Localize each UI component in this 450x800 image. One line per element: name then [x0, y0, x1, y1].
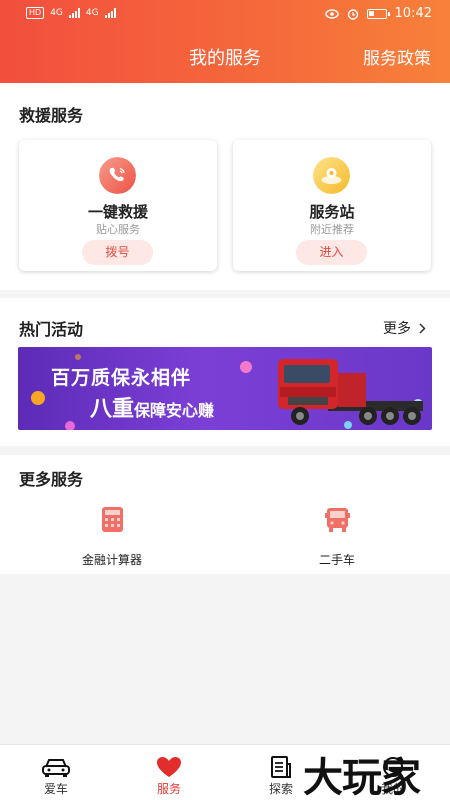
used-car-label: 二手车 [318, 553, 355, 567]
bus-icon [324, 508, 350, 532]
status-bar: HD 4G 4G 10:42 [0, 0, 450, 28]
banner-line-2: 八重保障安心赚 [90, 391, 214, 423]
card-subtitle: 贴心服务 [96, 223, 140, 236]
dial-button[interactable]: 拨号 [82, 240, 153, 265]
watermark: 大玩家 [303, 755, 421, 800]
banner-line-1: 百万质保永相伴 [51, 367, 192, 389]
car-icon [42, 759, 70, 777]
header: HD 4G 4G 10:42 我的服务 服务政策 [0, 0, 450, 83]
signal-label-2: 4G [85, 8, 99, 18]
truck-image [278, 359, 423, 425]
hd-badge: HD [26, 7, 45, 19]
heart-icon [157, 757, 181, 777]
phone-icon [99, 157, 136, 194]
finance-calculator-item[interactable]: 金融计算器 [52, 506, 172, 568]
tab-service[interactable]: 服务 [139, 745, 199, 800]
alarm-icon [347, 8, 358, 20]
clock-time: 10:42 [394, 6, 432, 21]
card-title: 服务站 [309, 203, 355, 221]
enter-button[interactable]: 进入 [296, 240, 367, 265]
tab-my-car[interactable]: 爱车 [26, 745, 86, 800]
banner-line-2-rest: 保障安心赚 [134, 401, 215, 420]
signal-icon [68, 8, 80, 18]
battery-icon [366, 8, 390, 19]
banner-line-2-highlight: 八重 [90, 397, 135, 422]
hot-section-title: 热门活动 [19, 320, 84, 339]
signal-label-1: 4G [50, 8, 63, 18]
used-car-item[interactable]: 二手车 [277, 506, 397, 568]
tab-label: 服务 [156, 782, 181, 796]
tab-explore[interactable]: 探索 [251, 745, 311, 800]
finance-calculator-label: 金融计算器 [81, 553, 142, 567]
chevron-right-icon [419, 322, 426, 334]
location-icon [313, 157, 350, 194]
calculator-icon [101, 507, 123, 532]
signal-icon [104, 8, 116, 18]
more-label: 更多 [383, 321, 411, 337]
card-subtitle: 附近推荐 [310, 223, 354, 236]
promo-banner[interactable]: 百万质保永相伴 八重保障安心赚 [18, 347, 432, 430]
service-station-card[interactable]: 服务站 附近推荐 进入 [233, 140, 431, 271]
card-title: 一键救援 [87, 203, 148, 221]
tab-label: 探索 [268, 782, 293, 796]
one-click-rescue-card[interactable]: 一键救援 贴心服务 拨号 [19, 140, 217, 271]
document-icon [271, 756, 291, 778]
rescue-section-title: 救援服务 [19, 106, 84, 125]
more-services-title: 更多服务 [19, 470, 84, 489]
tab-label: 爱车 [43, 782, 68, 796]
service-policy-link[interactable]: 服务政策 [363, 44, 431, 69]
eye-icon [324, 8, 339, 19]
more-link[interactable]: 更多 [383, 318, 426, 338]
